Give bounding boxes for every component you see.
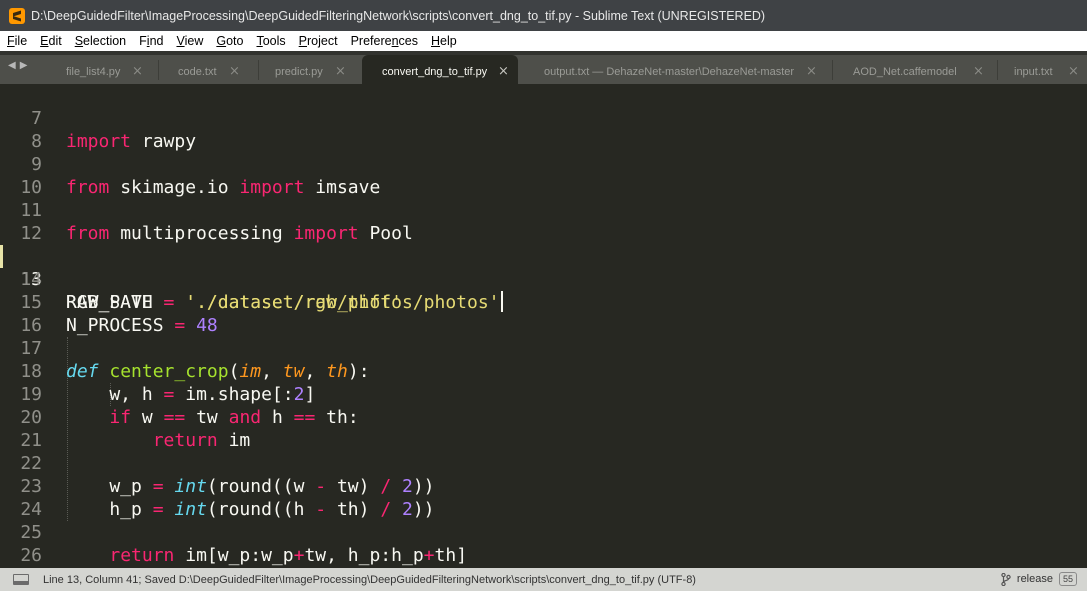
- code-line: 15 N_PROCESS = 48: [0, 268, 1087, 336]
- code-line: 17 def center_crop(im, tw, th):: [0, 314, 1087, 382]
- code-line: 22 w_p = int(round((w - tw) / 2)): [0, 429, 1087, 497]
- menu-edit[interactable]: Edit: [33, 34, 68, 48]
- code-line: 11 from multiprocessing import Pool: [0, 176, 1087, 244]
- code-line: 10: [0, 153, 1087, 198]
- code-line: 16: [0, 291, 1087, 336]
- code-line: 21: [0, 406, 1087, 451]
- branch-name: release: [1016, 573, 1053, 585]
- tab-nav-right-icon[interactable]: ▶: [20, 60, 28, 71]
- tab-input-txt[interactable]: input.txt ⨯: [1014, 59, 1084, 84]
- menu-view[interactable]: View: [169, 34, 209, 48]
- menu-find[interactable]: Find: [132, 34, 169, 48]
- vcs-status[interactable]: release 55: [1001, 572, 1077, 586]
- tab-close-icon[interactable]: ⨯: [335, 63, 346, 79]
- code-line: 8: [0, 107, 1087, 152]
- menu-tools[interactable]: Tools: [249, 34, 291, 48]
- tab-label: file_list4.py: [66, 65, 121, 78]
- tab-close-icon[interactable]: ⨯: [229, 63, 240, 79]
- code-editor[interactable]: 7 import rawpy 8 9 from skimage.io impor…: [0, 84, 1087, 568]
- tab-separator: [158, 60, 159, 80]
- tab-label: output.txt — DehazeNet-master\DehazeNet-…: [544, 65, 795, 78]
- tab-code-txt[interactable]: code.txt ⨯: [178, 59, 248, 84]
- menu-bar: File Edit Selection Find View Goto Tools…: [0, 31, 1087, 51]
- code-line: 20 return im: [0, 383, 1087, 451]
- menu-file[interactable]: File: [0, 34, 33, 48]
- tab-separator: [997, 60, 998, 80]
- code-line: 12: [0, 199, 1087, 244]
- tab-label: code.txt: [178, 65, 217, 78]
- tab-label: AOD_Net.caffemodel: [853, 65, 957, 78]
- code-line: 7 import rawpy: [0, 84, 1087, 152]
- title-bar: D:\DeepGuidedFilter\ImageProcessing\Deep…: [0, 0, 1087, 31]
- tab-close-icon[interactable]: ⨯: [973, 63, 984, 79]
- current-code-line: 13 RAW_PATH = './dataset/raw_photos/phot…: [0, 222, 1087, 313]
- status-bar: Line 13, Column 41; Saved D:\DeepGuidedF…: [0, 568, 1087, 591]
- tab-label: input.txt: [1014, 65, 1053, 78]
- tab-separator: [258, 60, 259, 80]
- tab-close-icon[interactable]: ⨯: [498, 63, 509, 79]
- status-text: Line 13, Column 41; Saved D:\DeepGuidedF…: [43, 573, 696, 586]
- tab-aod-net-caffemodel[interactable]: AOD_Net.caffemodel ⨯: [853, 59, 987, 84]
- tab-convert-dng-to-tif[interactable]: convert_dng_to_tif.py ⨯: [362, 55, 518, 84]
- code-line: 14 RGB_SAVE = './dataset/rgb/tiff': [0, 245, 1087, 313]
- code-line: 18 w, h = im.shape[:2]: [0, 337, 1087, 405]
- tab-separator: [832, 60, 833, 80]
- menu-project[interactable]: Project: [292, 34, 344, 48]
- tab-predict-py[interactable]: predict.py ⨯: [275, 59, 353, 84]
- menu-selection[interactable]: Selection: [68, 34, 132, 48]
- sublime-text-icon: [9, 7, 25, 24]
- tab-output-txt[interactable]: output.txt — DehazeNet-master\DehazeNet-…: [544, 59, 820, 84]
- panel-toggle-icon[interactable]: [13, 574, 29, 585]
- tab-bar: ◀ ▶ file_list4.py ⨯ code.txt ⨯ predict.p…: [0, 51, 1087, 84]
- code-line: 9 from skimage.io import imsave: [0, 130, 1087, 198]
- menu-help[interactable]: Help: [424, 34, 463, 48]
- tab-nav-left-icon[interactable]: ◀: [8, 60, 16, 71]
- tab-close-icon[interactable]: ⨯: [1068, 63, 1079, 79]
- tab-navigation: ◀ ▶: [8, 60, 27, 71]
- menu-goto[interactable]: Goto: [209, 34, 249, 48]
- modified-count-badge: 55: [1058, 572, 1077, 586]
- code-line: 19 if w == tw and h == th:: [0, 360, 1087, 428]
- code-line: 25 return im[w_p:w_p+tw, h_p:h_p+th]: [0, 498, 1087, 566]
- tab-label: predict.py: [275, 65, 323, 78]
- code-line: 23 h_p = int(round((h - th) / 2)): [0, 452, 1087, 520]
- code-line: 27 def preprocess(path):: [0, 544, 1087, 567]
- tab-close-icon[interactable]: ⨯: [806, 63, 817, 79]
- menu-preferences[interactable]: Preferences: [344, 34, 424, 48]
- code-line: 24: [0, 475, 1087, 520]
- tab-label: convert_dng_to_tif.py: [382, 65, 488, 78]
- window-title: D:\DeepGuidedFilter\ImageProcessing\Deep…: [31, 8, 766, 23]
- tab-file-list4[interactable]: file_list4.py ⨯: [66, 59, 146, 84]
- tab-close-icon[interactable]: ⨯: [132, 63, 143, 79]
- code-line: 26: [0, 521, 1087, 566]
- git-branch-icon: [1001, 572, 1011, 586]
